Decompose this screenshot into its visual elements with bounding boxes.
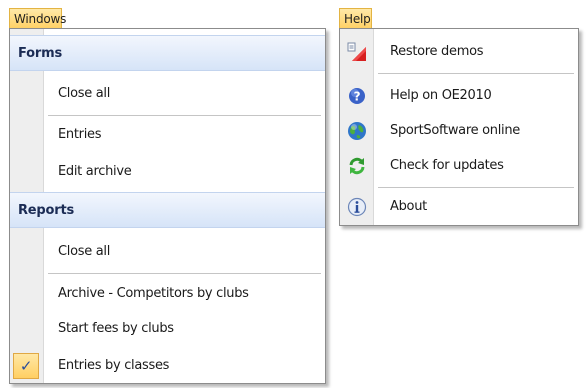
help-dropdown-menu: Restore demos ? Help on OE2010 SportSoft…: [339, 28, 579, 226]
reports-archive-competitors-item[interactable]: Archive - Competitors by clubs: [10, 277, 325, 311]
restore-icon: [347, 42, 367, 62]
reports-start-fees-item[interactable]: Start fees by clubs: [10, 312, 325, 346]
forms-section-header: Forms: [10, 35, 325, 71]
forms-entries-item[interactable]: Entries: [10, 118, 325, 152]
reports-section-header: Reports: [10, 192, 325, 228]
menu-item-label: Archive - Competitors by clubs: [58, 286, 249, 301]
menu-item-label: SportSoftware online: [390, 123, 520, 138]
windows-dropdown-menu: Forms Close all Entries Edit archive Rep…: [9, 28, 326, 384]
reports-close-all-item[interactable]: Close all: [10, 235, 325, 269]
svg-text:?: ?: [354, 90, 361, 104]
help-menu-tab[interactable]: Help: [339, 8, 372, 28]
checkmark-icon: ✓: [13, 353, 39, 379]
menu-item-label: Close all: [58, 86, 111, 101]
menu-item-label: Help on OE2010: [390, 88, 492, 103]
about-item[interactable]: About: [340, 190, 578, 224]
menu-separator: [48, 115, 321, 117]
menu-item-label: Entries: [58, 127, 102, 142]
forms-edit-archive-item[interactable]: Edit archive: [10, 155, 325, 189]
forms-close-all-item[interactable]: Close all: [10, 77, 325, 111]
menu-item-label: Check for updates: [390, 158, 504, 173]
menu-item-label: Restore demos: [390, 44, 484, 59]
menu-item-label: About: [390, 199, 427, 214]
info-icon: [347, 197, 367, 217]
refresh-icon: [347, 156, 367, 176]
sportsoftware-online-item[interactable]: SportSoftware online: [340, 114, 578, 148]
menu-item-label: Edit archive: [58, 164, 132, 179]
help-icon: ?: [347, 86, 367, 106]
menu-separator: [378, 187, 574, 189]
globe-icon: [347, 121, 367, 141]
menu-separator: [48, 273, 321, 275]
menu-item-label: Start fees by clubs: [58, 321, 174, 336]
help-on-oe2010-item[interactable]: ? Help on OE2010: [340, 79, 578, 113]
menu-item-label: Close all: [58, 244, 111, 259]
check-for-updates-item[interactable]: Check for updates: [340, 149, 578, 183]
menu-separator: [378, 73, 574, 75]
restore-demos-item[interactable]: Restore demos: [340, 35, 578, 69]
windows-menu-tab[interactable]: Windows: [9, 8, 66, 28]
reports-entries-by-classes-item[interactable]: ✓ Entries by classes: [10, 349, 325, 383]
menu-item-label: Entries by classes: [58, 358, 170, 373]
